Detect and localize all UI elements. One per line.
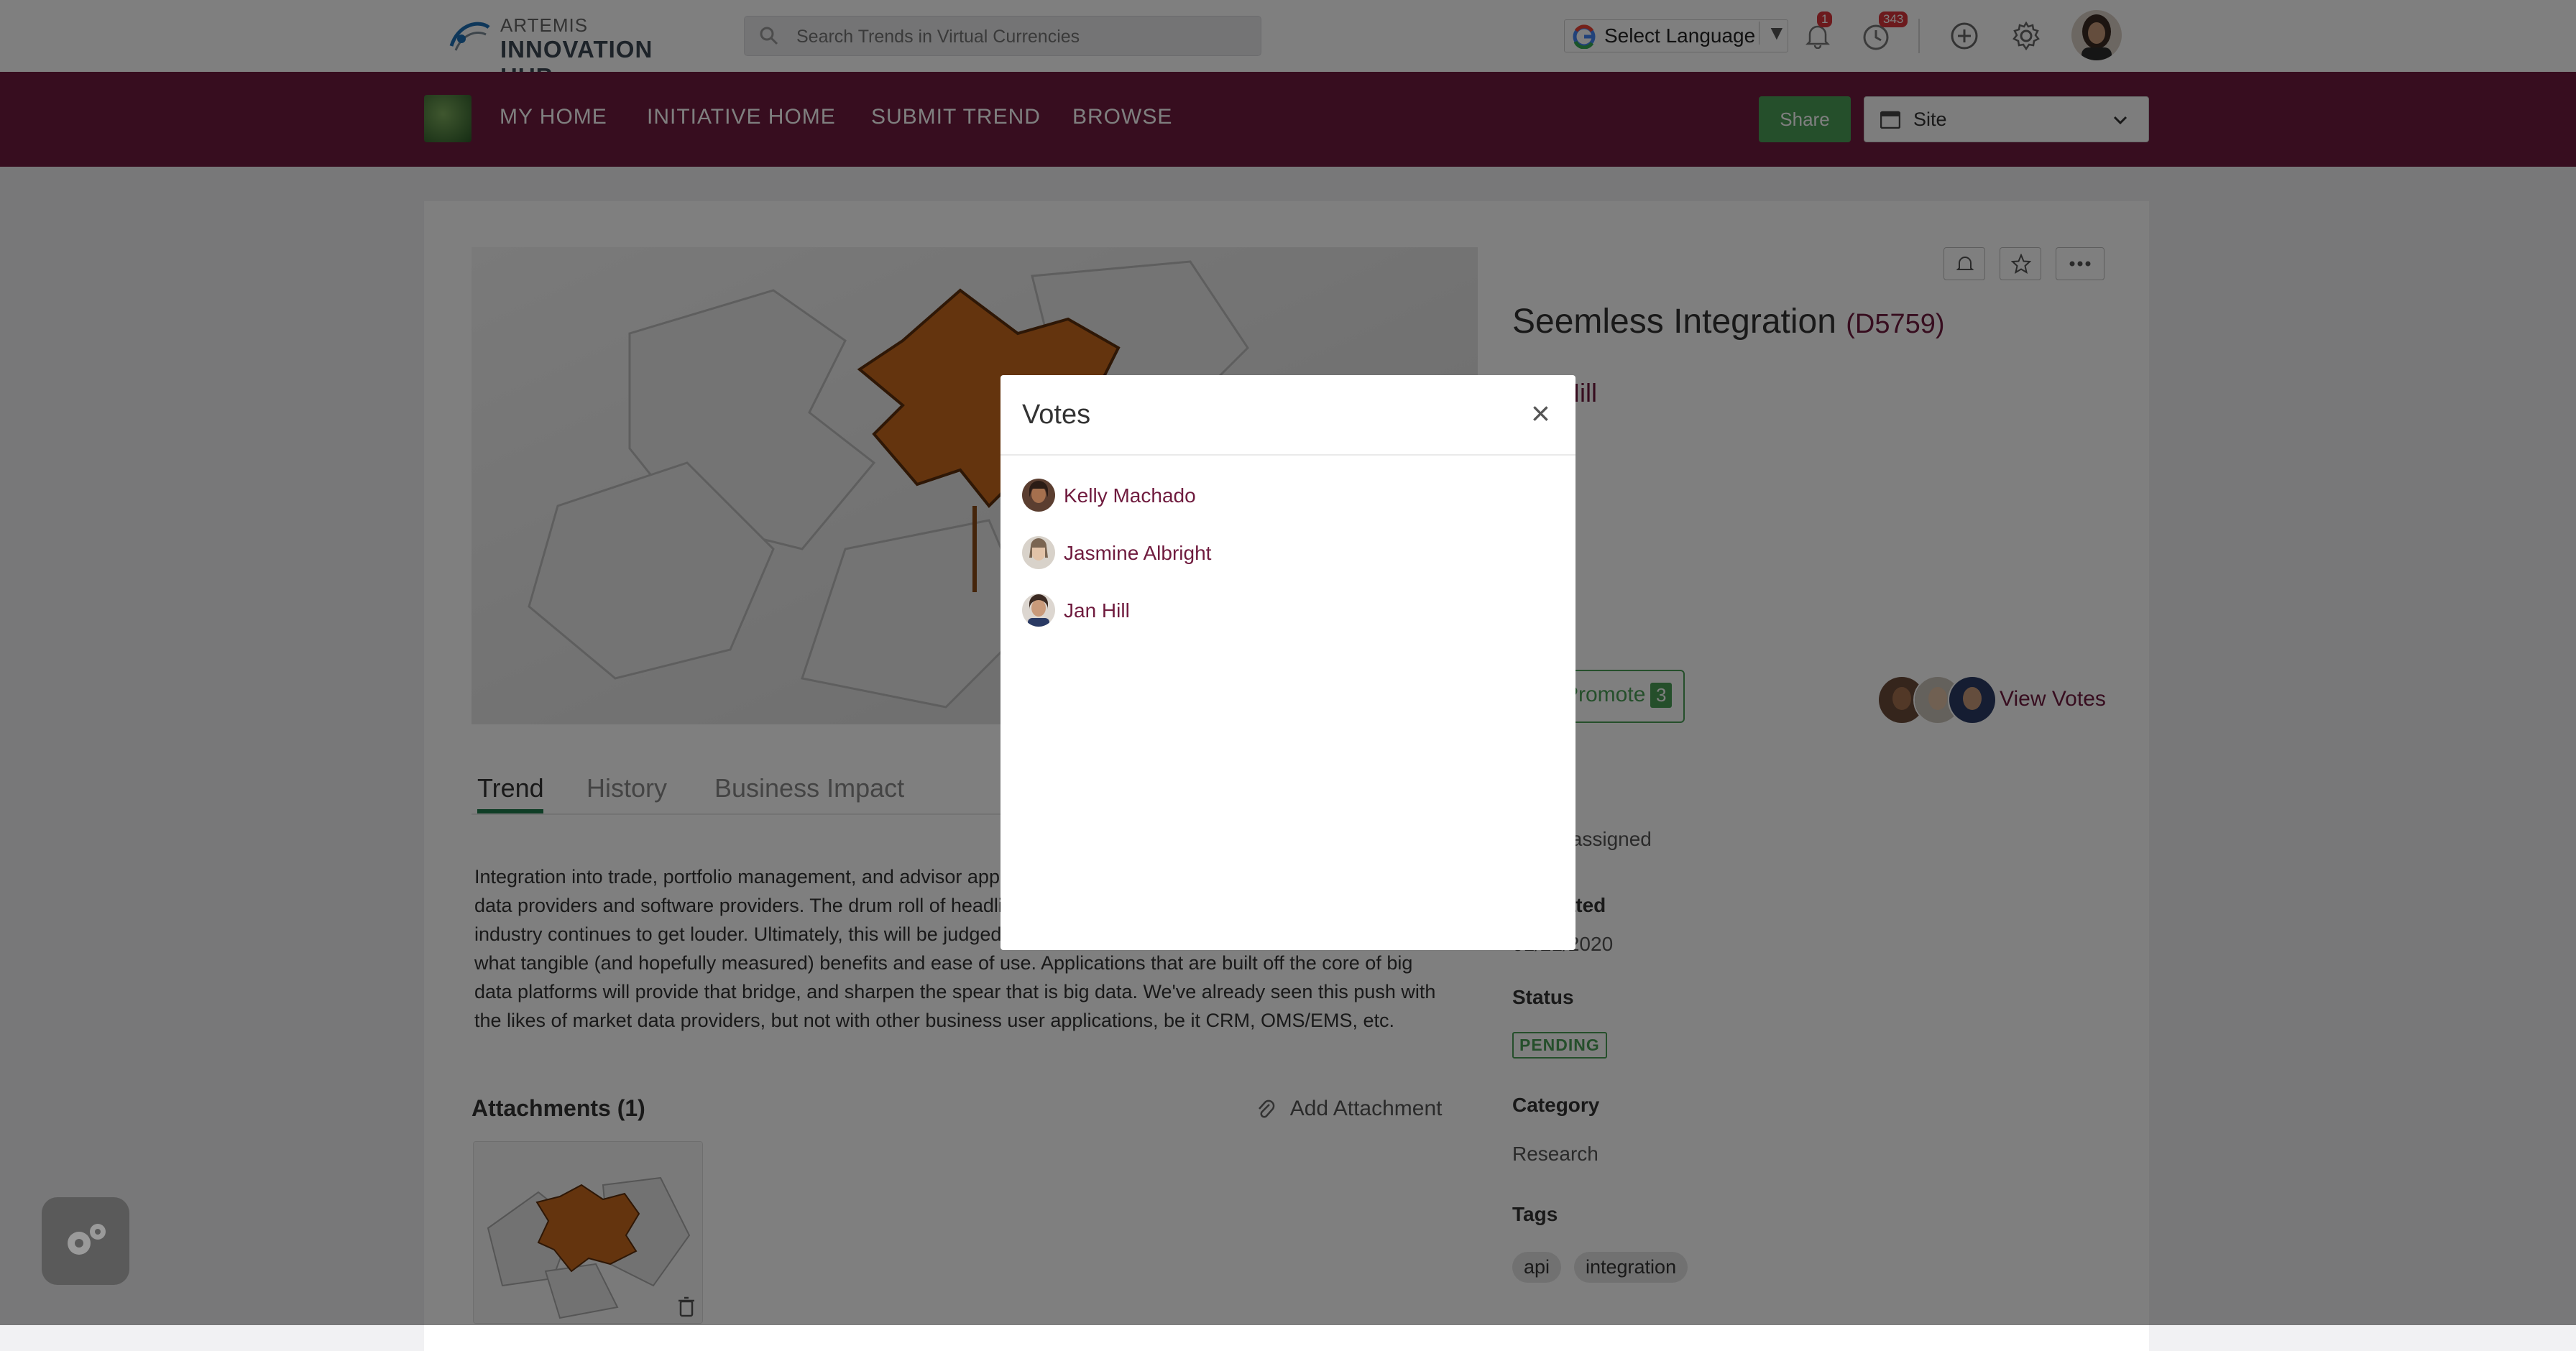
voter-avatar: [1022, 536, 1055, 569]
voter-avatar-photo: [1022, 479, 1055, 512]
gears-icon: [68, 1224, 106, 1255]
voter-avatar: [1022, 479, 1055, 512]
voter-name[interactable]: Jasmine Albright: [1064, 542, 1211, 565]
voter-avatar: [1022, 594, 1055, 627]
voter-item[interactable]: Jan Hill: [1022, 589, 1540, 632]
modal-divider: [1000, 454, 1576, 456]
voter-avatar-photo: [1022, 594, 1055, 627]
voter-name[interactable]: Jan Hill: [1064, 599, 1130, 622]
voter-name[interactable]: Kelly Machado: [1064, 484, 1196, 507]
settings-widget-button[interactable]: [42, 1197, 129, 1285]
modal-title: Votes: [1022, 400, 1091, 430]
voter-avatar-photo: [1022, 536, 1055, 569]
voter-item[interactable]: Jasmine Albright: [1022, 532, 1540, 575]
close-icon[interactable]: ×: [1531, 397, 1550, 430]
voter-item[interactable]: Kelly Machado: [1022, 474, 1540, 517]
votes-modal: Votes × Kelly Machado Jasmine Albright J…: [1000, 375, 1576, 950]
